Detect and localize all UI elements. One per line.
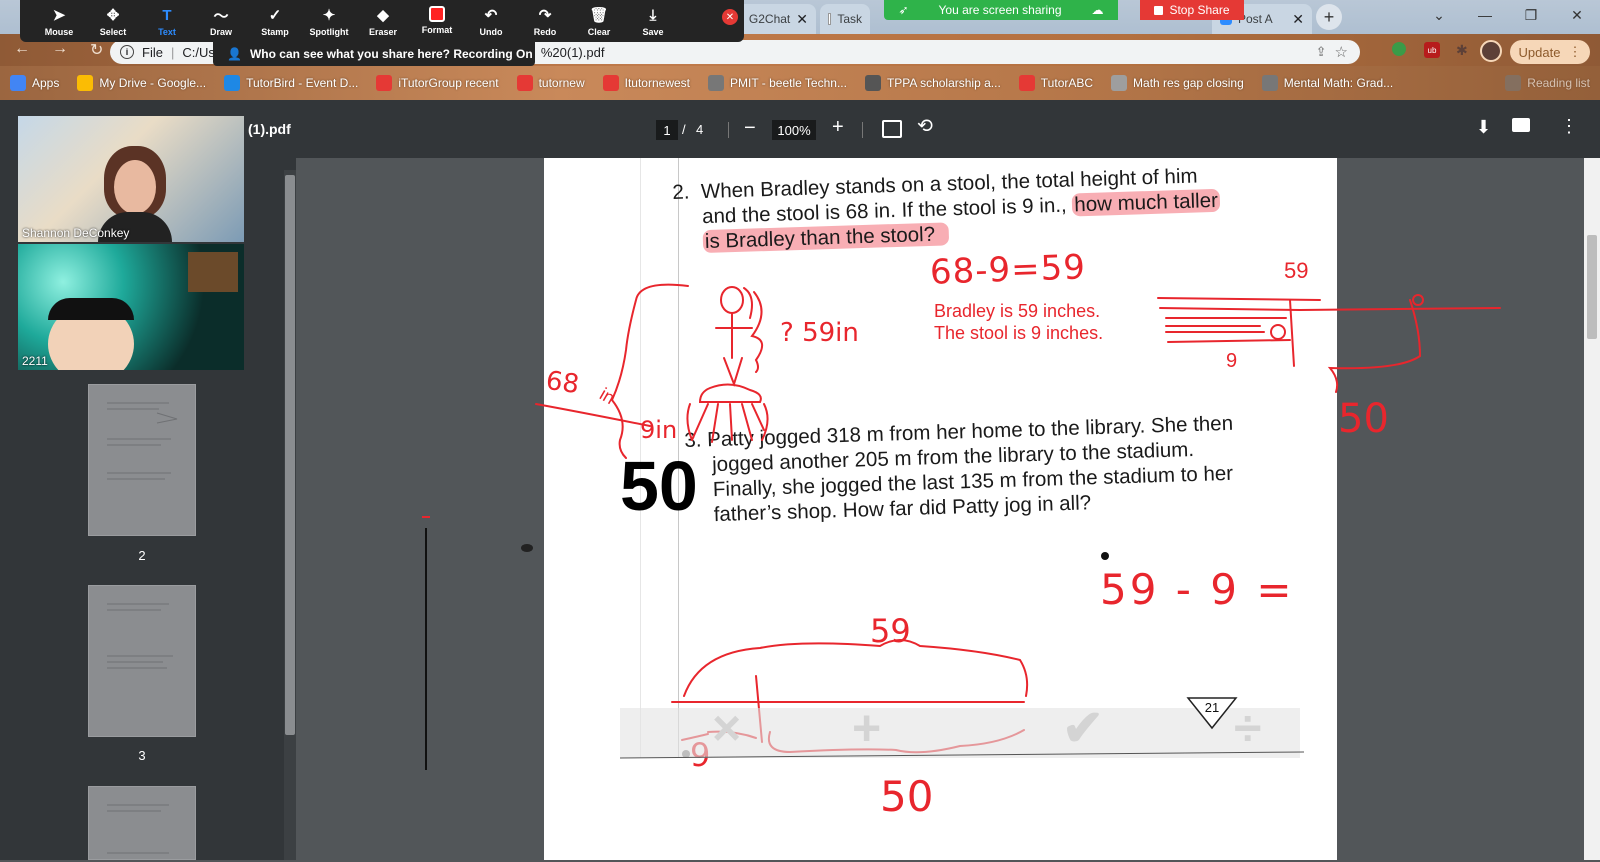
stool-drawing [691,383,765,443]
svg-text:✔: ✔ [1062,700,1104,756]
bar-dot [1412,294,1424,306]
black-dot [521,544,533,552]
figure-head [720,286,744,314]
svg-text:×: × [712,700,741,756]
annotation-drawings: × + ✔ ÷ [422,283,1501,770]
black-dot [1101,552,1109,560]
figure-brace [750,291,763,373]
svg-text:÷: ÷ [1234,700,1261,756]
top-brace [683,639,1029,697]
left-pointer [535,403,651,427]
svg-text:+: + [852,700,881,756]
right-brace [1289,299,1422,393]
bar-circle [1270,324,1286,340]
page-number-label: 21 [1204,700,1220,715]
left-brace [610,283,689,459]
right-bar-lines [1157,297,1501,343]
